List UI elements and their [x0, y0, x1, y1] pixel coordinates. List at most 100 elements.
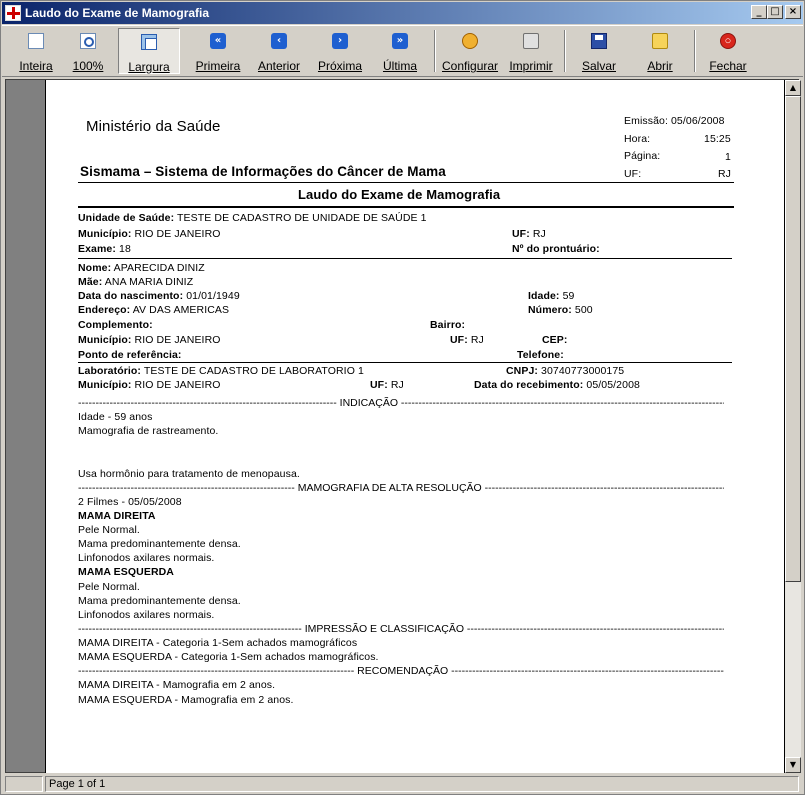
- app-icon: [5, 5, 21, 21]
- inteira-button[interactable]: Inteira: [12, 28, 60, 74]
- settings-icon: [462, 33, 478, 49]
- vertical-scrollbar[interactable]: ▲ ▼: [785, 80, 801, 773]
- title-bar: Laudo do Exame de Mamografia _ □ ×: [2, 2, 803, 24]
- ministry-heading: Ministério da Saúde: [86, 118, 221, 135]
- proxima-label: Próxima: [317, 59, 362, 73]
- idade-row: Idade: 59: [528, 290, 575, 302]
- divider: [78, 258, 732, 259]
- configurar-button[interactable]: Configurar: [442, 28, 498, 74]
- cep-row: CEP:: [542, 334, 568, 346]
- status-bar: Page 1 of 1: [2, 774, 803, 794]
- next-page-icon: ›: [332, 33, 348, 49]
- indicacao-line: Idade - 59 anos: [78, 411, 153, 423]
- zoom-icon: [80, 33, 96, 49]
- nome-row: Nome: APARECIDA DINIZ: [78, 262, 205, 274]
- mama-direita-title: MAMA DIREITA: [78, 510, 156, 522]
- mama-direita-line: Pele Normal.: [78, 524, 140, 536]
- abrir-label: Abrir: [647, 59, 673, 73]
- toolbar: Inteira 100% Largura « Primeira ‹ Anteri…: [2, 25, 803, 77]
- sismama-heading: Sismama – Sistema de Informações do Cânc…: [80, 164, 446, 179]
- close-icon: ○: [720, 33, 736, 49]
- uf-value: RJ: [718, 168, 732, 180]
- indicacao-line: Usa hormônio para tratamento de menopaus…: [78, 468, 300, 480]
- hora-label: Hora:: [624, 133, 651, 145]
- section-header-indicacao: ----------------------------------------…: [78, 397, 724, 409]
- abrir-button[interactable]: Abrir: [637, 28, 683, 74]
- previous-page-icon: ‹: [271, 33, 287, 49]
- configurar-label: Configurar: [442, 59, 499, 73]
- mama-esquerda-line: Pele Normal.: [78, 581, 140, 593]
- minimize-button[interactable]: _: [751, 5, 767, 19]
- hora-value: 15:25: [704, 133, 731, 145]
- anterior-button[interactable]: ‹ Anterior: [254, 28, 304, 74]
- largura-label: Largura: [128, 60, 170, 74]
- scrollbar-thumb[interactable]: [785, 96, 801, 582]
- prontuario-row: Nº do prontuário:: [512, 243, 600, 255]
- salvar-label: Salvar: [581, 59, 616, 73]
- fechar-label: Fechar: [709, 59, 747, 73]
- page-info: Page 1 of 1: [45, 776, 799, 792]
- proxima-button[interactable]: › Próxima: [314, 28, 366, 74]
- scroll-down-button[interactable]: ▼: [785, 757, 801, 773]
- endereco-row: Endereço: AV DAS AMERICAS: [78, 304, 230, 316]
- ultima-button[interactable]: » Última: [377, 28, 423, 74]
- uf2-row: UF: RJ: [450, 334, 484, 346]
- inteira-label: Inteira: [19, 59, 53, 73]
- zoom-100-button[interactable]: 100%: [64, 28, 112, 74]
- primeira-button[interactable]: « Primeira: [192, 28, 244, 74]
- section-header-impressao: ----------------------------------------…: [78, 623, 724, 635]
- telefone-row: Telefone:: [517, 349, 564, 361]
- page-width-icon: [141, 34, 157, 50]
- status-panel: [5, 776, 43, 792]
- salvar-button[interactable]: Salvar: [575, 28, 623, 74]
- mama-direita-line: Linfonodos axilares normais.: [78, 552, 215, 564]
- uf-row: UF: RJ: [512, 228, 546, 240]
- close-window-button[interactable]: ×: [785, 5, 801, 19]
- uf3-row: UF: RJ: [370, 379, 404, 391]
- toolbar-separator: [434, 30, 436, 72]
- municipio3-row: Município: RIO DE JANEIRO: [78, 379, 221, 391]
- save-icon: [591, 33, 607, 49]
- laudo-title: Laudo do Exame de Mamografia: [298, 187, 501, 202]
- anterior-label: Anterior: [257, 59, 301, 73]
- divider: [78, 182, 734, 183]
- laboratorio-row: Laboratório: TESTE DE CADASTRO DE LABORA…: [78, 365, 364, 377]
- zoom-100-label: 100%: [72, 59, 104, 73]
- imprimir-button[interactable]: Imprimir: [508, 28, 554, 74]
- indicacao-line: Mamografia de rastreamento.: [78, 425, 219, 437]
- municipio-row: Município: RIO DE JANEIRO: [78, 228, 221, 240]
- unidade-row: Unidade de Saúde: TESTE DE CADASTRO DE U…: [78, 212, 427, 224]
- recomendacao-line: MAMA ESQUERDA - Mamografia em 2 anos.: [78, 694, 294, 706]
- fechar-button[interactable]: ○ Fechar: [704, 28, 752, 74]
- maximize-button[interactable]: □: [767, 5, 783, 19]
- filmes-text: 2 Filmes - 05/05/2008: [78, 496, 182, 508]
- largura-button[interactable]: Largura: [118, 28, 180, 74]
- section-header-mamografia: ----------------------------------------…: [78, 482, 724, 494]
- divider: [78, 206, 734, 208]
- ultima-label: Última: [382, 59, 417, 73]
- pagina-value: 1: [725, 151, 731, 163]
- numero-row: Número: 500: [528, 304, 593, 316]
- first-page-icon: «: [210, 33, 226, 49]
- impressao-line: MAMA ESQUERDA - Categoria 1-Sem achados …: [78, 651, 379, 663]
- nascimento-row: Data do nascimento: 01/01/1949: [78, 290, 240, 302]
- toolbar-separator: [564, 30, 566, 72]
- uf-label: UF:: [624, 168, 642, 180]
- recomendacao-line: MAMA DIREITA - Mamografia em 2 anos.: [78, 679, 276, 691]
- mama-esquerda-title: MAMA ESQUERDA: [78, 566, 174, 578]
- last-page-icon: »: [392, 33, 408, 49]
- scroll-up-button[interactable]: ▲: [785, 80, 801, 96]
- imprimir-label: Imprimir: [509, 59, 553, 73]
- complemento-row: Complemento:: [78, 319, 153, 331]
- cnpj-row: CNPJ: 30740773000175: [506, 365, 625, 377]
- report-page: Ministério da Saúde Sismama – Sistema de…: [45, 80, 785, 773]
- municipio2-row: Município: RIO DE JANEIRO: [78, 334, 221, 346]
- mama-esquerda-line: Mama predominantemente densa.: [78, 595, 241, 607]
- window-title: Laudo do Exame de Mamografia: [25, 6, 210, 20]
- divider: [78, 362, 732, 363]
- report-window: Laudo do Exame de Mamografia _ □ × Intei…: [0, 0, 805, 795]
- mama-direita-line: Mama predominantemente densa.: [78, 538, 241, 550]
- toolbar-separator: [694, 30, 696, 72]
- referencia-row: Ponto de referência:: [78, 349, 182, 361]
- section-header-recomendacao: ----------------------------------------…: [78, 665, 724, 677]
